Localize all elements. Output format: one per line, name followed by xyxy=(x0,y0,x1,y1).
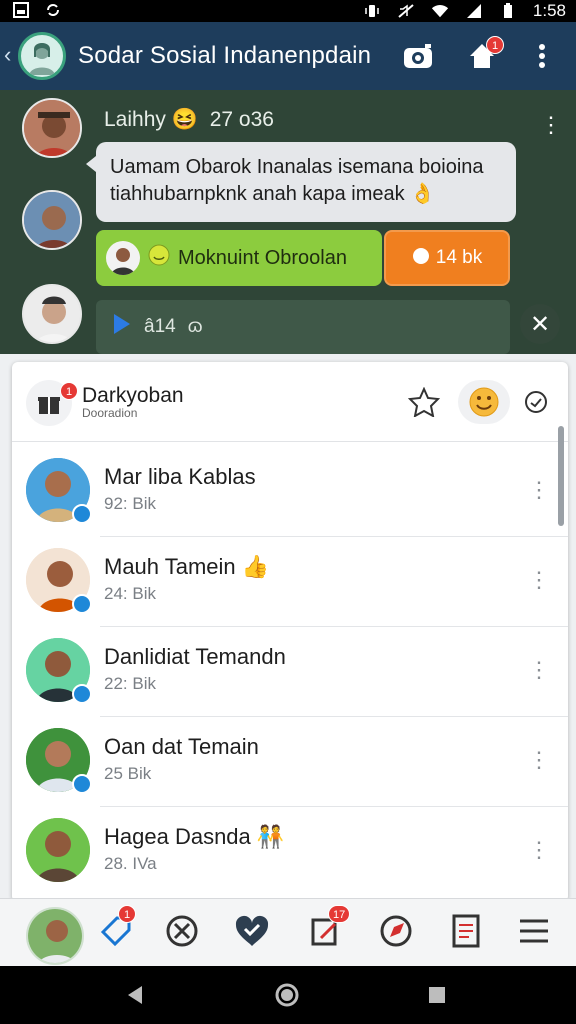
list-item[interactable]: Mauh Tamein 👍 24: Bik ⋮ xyxy=(12,536,556,626)
system-back-icon[interactable] xyxy=(120,980,150,1010)
home-notification-icon[interactable]: 1 xyxy=(466,36,504,72)
button-avatar xyxy=(106,241,140,275)
contact-time: 22: Bik xyxy=(104,674,156,693)
system-home-icon[interactable] xyxy=(272,980,302,1010)
contact-time: 24: Bik xyxy=(104,584,156,603)
notification-icon xyxy=(12,1,30,19)
camera-icon[interactable] xyxy=(402,40,434,72)
mute-icon xyxy=(397,2,415,20)
scrollbar[interactable] xyxy=(556,370,566,530)
refresh-icon[interactable] xyxy=(516,382,556,422)
panel-header: 1 Darkyoban Dooradion xyxy=(12,362,568,442)
message-bubble[interactable]: Uamam Obarok Inanalas isemana boioina ti… xyxy=(86,142,516,222)
chat-more-icon[interactable]: ⋮ xyxy=(540,110,562,140)
emoji-icon[interactable] xyxy=(458,380,510,424)
start-chat-label: Moknuint Obroolan xyxy=(178,246,347,269)
tag-icon[interactable]: 1 xyxy=(96,905,136,951)
home-badge: 1 xyxy=(486,36,504,54)
member-avatar[interactable] xyxy=(22,284,82,344)
voice-duration: â14 xyxy=(144,316,176,337)
contact-avatar xyxy=(26,818,90,882)
start-chat-button[interactable]: Moknuint Obroolan xyxy=(96,230,382,286)
chat-thread: Laihhy 😆 27 o36 ⋮ Uamam Obarok Inanalas … xyxy=(0,90,576,354)
panel-subtitle: Dooradion xyxy=(82,406,138,420)
compass-tools-icon[interactable] xyxy=(162,911,202,951)
voice-message[interactable]: â14 ɷ xyxy=(96,300,510,354)
contact-time: 28. IVa xyxy=(104,854,157,873)
gift-icon[interactable]: 1 xyxy=(26,380,78,426)
menu-icon[interactable] xyxy=(514,911,554,951)
document-icon[interactable] xyxy=(446,911,486,951)
system-recents-icon[interactable] xyxy=(422,980,452,1010)
drop-icon xyxy=(412,245,430,271)
scroll-thumb[interactable] xyxy=(558,426,564,526)
sender-avatar[interactable] xyxy=(22,98,82,158)
sender-name: Laihhy xyxy=(104,108,166,131)
status-time: 1:58 xyxy=(532,1,566,20)
heart-chat-icon[interactable] xyxy=(232,911,272,951)
like-count-button[interactable]: 14 bk xyxy=(384,230,510,286)
tag-badge: 1 xyxy=(118,905,136,923)
contact-name: Hagea Dasnda 🧑‍🤝‍🧑 xyxy=(104,824,285,849)
status-bar: 1:58 xyxy=(0,0,576,22)
contact-time: 92: Bik xyxy=(104,494,156,513)
more-vertical-icon[interactable]: ⋮ xyxy=(528,742,550,778)
play-icon[interactable] xyxy=(112,312,132,342)
close-icon[interactable]: ✕ xyxy=(520,304,560,344)
phone-screen: 1:58 ‹ Sodar Sosial Indanenpdain 1 Laihh… xyxy=(0,0,576,1024)
verified-icon xyxy=(72,594,92,614)
app-bar: ‹ Sodar Sosial Indanenpdain 1 xyxy=(0,22,576,90)
list-item[interactable]: Oan dat Temain 25 Bik ⋮ xyxy=(12,716,556,806)
battery-icon xyxy=(499,2,517,20)
voice-suffix: ɷ xyxy=(187,316,203,337)
system-nav xyxy=(0,966,576,1024)
star-icon[interactable] xyxy=(404,382,444,422)
contact-name: Danlidiat Temandn xyxy=(104,644,286,669)
more-vertical-icon[interactable]: ⋮ xyxy=(528,562,550,598)
more-vertical-icon[interactable]: ⋮ xyxy=(528,652,550,688)
sender-line: Laihhy 😆 27 o36 xyxy=(104,108,274,132)
verified-icon xyxy=(72,504,92,524)
verified-icon xyxy=(72,774,92,794)
app-avatar[interactable] xyxy=(18,32,66,80)
more-vertical-icon[interactable]: ⋮ xyxy=(528,832,550,868)
contact-name: Mauh Tamein 👍 xyxy=(104,554,270,579)
panel-badge: 1 xyxy=(60,382,78,400)
list-item[interactable]: Danlidiat Temandn 22: Bik ⋮ xyxy=(12,626,556,716)
explore-icon[interactable] xyxy=(376,911,416,951)
back-icon[interactable]: ‹ xyxy=(4,42,11,68)
contact-name: Oan dat Temain xyxy=(104,734,259,759)
verified-icon xyxy=(72,684,92,704)
contact-time: 25 Bik xyxy=(104,764,152,783)
contacts-panel: 1 Darkyoban Dooradion Mar liba Kablas 92… xyxy=(12,362,568,902)
edit-notify-icon[interactable]: 17 xyxy=(306,905,351,951)
more-vertical-icon[interactable] xyxy=(526,40,558,72)
signal-icon xyxy=(465,2,483,20)
like-count-label: 14 bk xyxy=(435,247,483,268)
contact-name: Mar liba Kablas xyxy=(104,464,256,489)
sync-icon xyxy=(44,1,62,19)
sender-emoji: 😆 xyxy=(171,108,198,131)
more-vertical-icon[interactable]: ⋮ xyxy=(528,472,550,508)
profile-avatar-icon[interactable] xyxy=(26,907,84,965)
bottom-nav: 1 17 xyxy=(0,898,576,966)
member-avatar[interactable] xyxy=(22,190,82,250)
panel-title: Darkyoban xyxy=(82,384,184,407)
app-title: Sodar Sosial Indanenpdain xyxy=(78,42,372,69)
list-item[interactable]: Hagea Dasnda 🧑‍🤝‍🧑 28. IVa ⋮ xyxy=(12,806,556,896)
vibrate-icon xyxy=(363,2,381,20)
list-item[interactable]: Mar liba Kablas 92: Bik ⋮ xyxy=(12,446,556,536)
wifi-icon xyxy=(431,2,449,20)
smile-icon xyxy=(148,244,170,272)
edit-badge: 17 xyxy=(328,905,351,923)
sender-meta: 27 o36 xyxy=(209,108,274,131)
